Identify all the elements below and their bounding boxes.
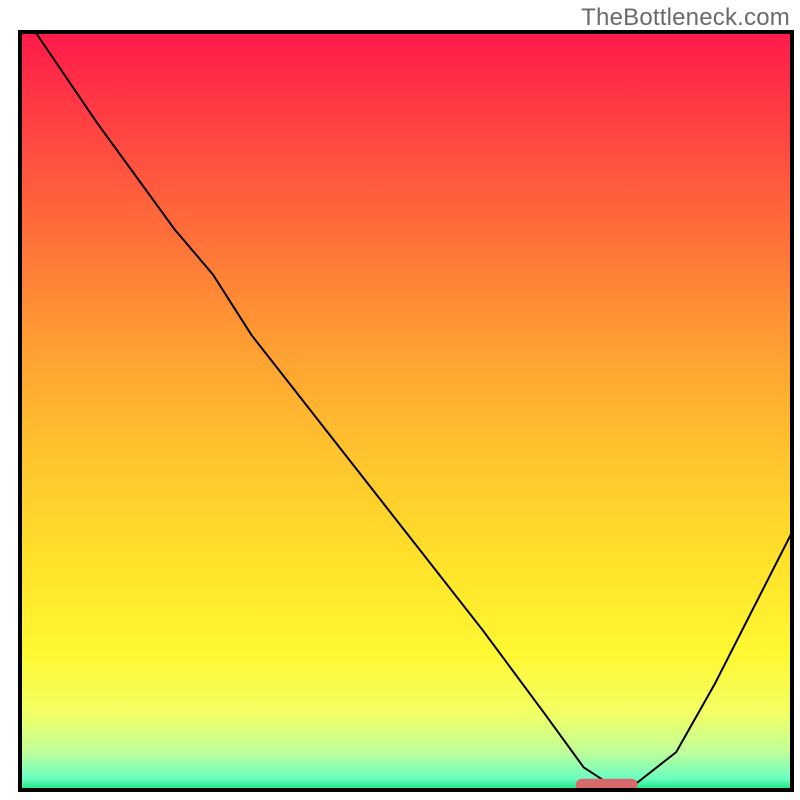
chart-stage: TheBottleneck.com (0, 0, 800, 800)
plot-background (20, 32, 792, 790)
bottleneck-chart (0, 0, 800, 800)
